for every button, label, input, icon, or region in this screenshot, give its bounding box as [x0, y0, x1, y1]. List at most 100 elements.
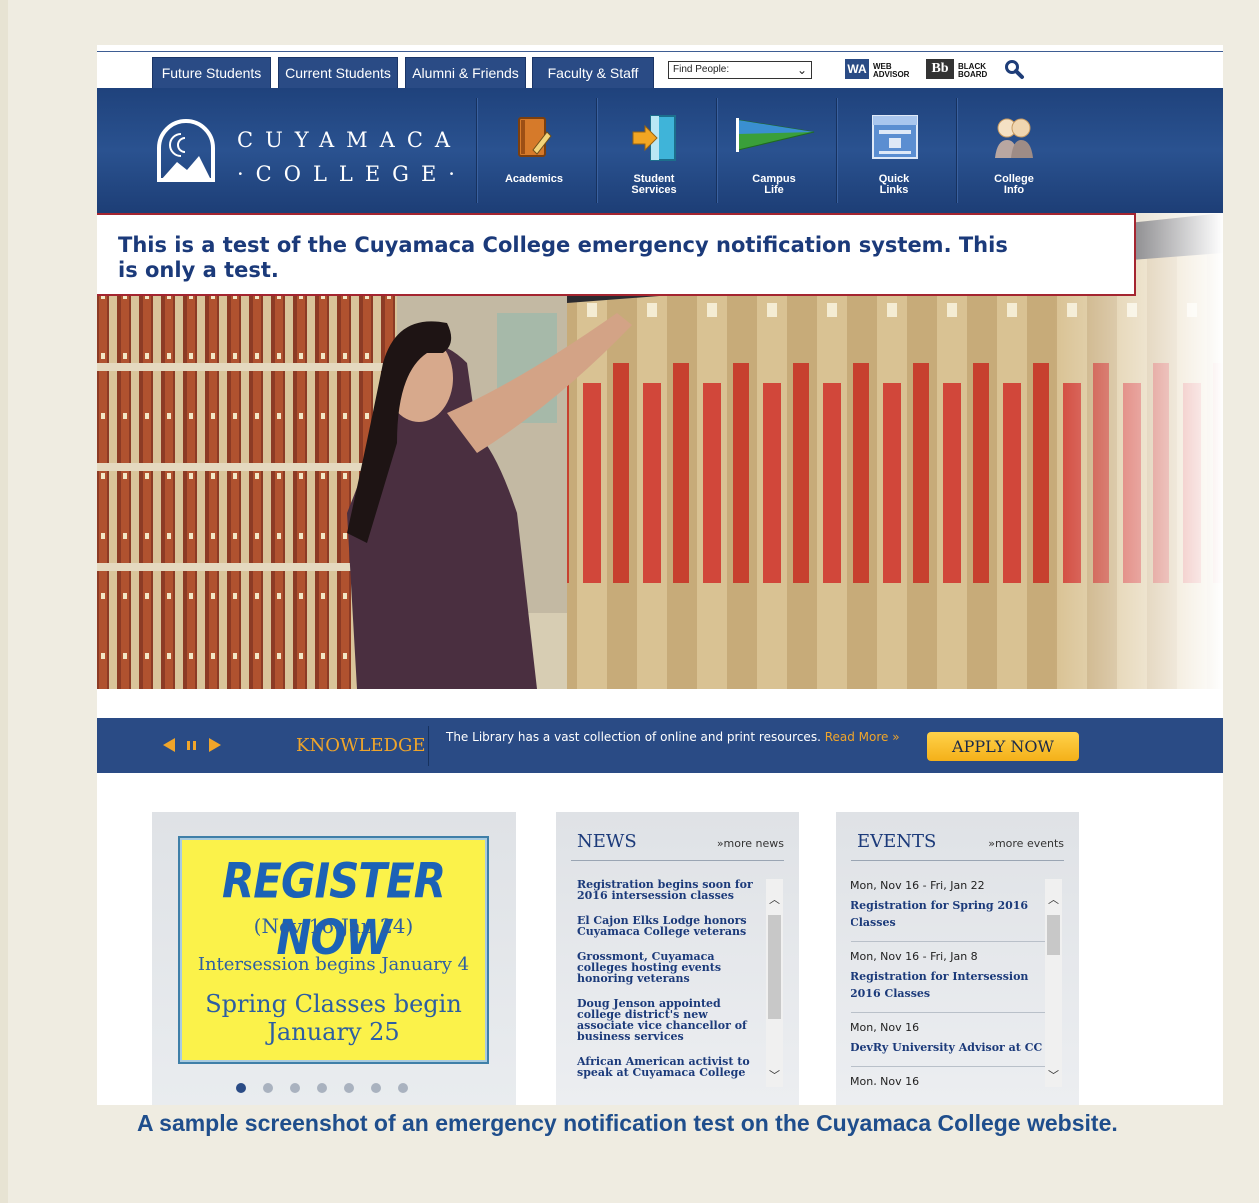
blackboard-label-2: BOARD	[958, 70, 988, 79]
nav-label-line2: Info	[1003, 184, 1025, 196]
events-panel: EVENTS »more events Mon, Nov 16 - Fri, J…	[836, 812, 1079, 1105]
event-date: Mon, Nov 16 - Fri, Jan 22	[851, 879, 985, 892]
event-title: Registration for Spring 2016 Classes	[851, 899, 1029, 929]
find-people-label: Find People:	[673, 64, 730, 75]
audience-tab-bar: Future Students Current Students Alumni …	[97, 51, 1223, 90]
nav-quick-links[interactable]: Quick Links	[834, 96, 954, 206]
event-item[interactable]: Mon, Nov 16	[851, 1075, 1047, 1085]
emergency-alert-banner: This is a test of the Cuyamaca College e…	[97, 213, 1136, 296]
slide-dot[interactable]	[236, 1083, 246, 1093]
tab-future-students[interactable]: Future Students	[152, 57, 271, 89]
event-item[interactable]: Mon, Nov 16 - Fri, Jan 22 Registration f…	[851, 879, 1047, 942]
events-list: Mon, Nov 16 - Fri, Jan 22 Registration f…	[851, 879, 1047, 1085]
blackboard-icon[interactable]: Bb	[926, 59, 954, 79]
blackboard-link[interactable]: BLACK BOARD	[958, 63, 987, 79]
slide-dot[interactable]	[263, 1083, 273, 1093]
news-list: Registration begins soon for 2016 inters…	[571, 879, 767, 1085]
event-item[interactable]: Mon, Nov 16 - Fri, Jan 8 Registration fo…	[851, 950, 1047, 1013]
poster-spring-line1: Spring Classes begin	[205, 990, 462, 1018]
tab-alumni-friends[interactable]: Alumni & Friends	[405, 57, 526, 89]
prev-slide-icon[interactable]	[163, 738, 175, 752]
logo-wordmark-line2[interactable]: ·COLLEGE·	[237, 162, 467, 186]
door-arrow-icon	[632, 115, 676, 161]
news-item[interactable]: Grossmont, Cuyamaca colleges hosting eve…	[577, 951, 767, 984]
nav-student-services-label: Student Services	[594, 174, 714, 196]
event-date: Mon, Nov 16	[851, 1021, 920, 1034]
book-pencil-icon	[518, 117, 552, 157]
tab-current-students[interactable]: Current Students	[278, 57, 398, 89]
find-people-select[interactable]: Find People: ⌄	[668, 61, 812, 79]
slide-dot[interactable]	[290, 1083, 300, 1093]
nav-academics[interactable]: Academics	[474, 96, 594, 206]
webadvisor-link[interactable]: WEB ADVISOR	[873, 63, 909, 79]
chevron-up-icon[interactable]: ︿	[1047, 893, 1060, 907]
tab-faculty-staff[interactable]: Faculty & Staff	[532, 57, 654, 90]
nav-student-services[interactable]: Student Services	[594, 96, 714, 206]
more-events-link[interactable]: »more events	[988, 837, 1064, 850]
slideshow-caption-bar: KNOWLEDGE The Library has a vast collect…	[97, 718, 1223, 773]
webadvisor-icon[interactable]: WA	[845, 59, 869, 79]
poster-spring-line2: January 25	[267, 1018, 400, 1046]
caption-divider	[428, 726, 429, 766]
logo-wordmark-line1[interactable]: CUYAMACA	[237, 128, 462, 152]
apply-now-button[interactable]: APPLY NOW	[927, 732, 1079, 761]
slide-dot[interactable]	[344, 1083, 354, 1093]
nav-label-line2: Life	[764, 184, 784, 196]
news-panel: NEWS »more news Registration begins soon…	[556, 812, 799, 1105]
event-title: Registration for Intersession 2016 Class…	[851, 970, 1029, 1000]
scroll-thumb[interactable]	[768, 915, 781, 1019]
slide-caption-footer: A sample screenshot of an emergency noti…	[137, 1110, 1118, 1136]
news-item[interactable]: Doug Jenson appointed college district's…	[577, 998, 767, 1042]
webadvisor-label-2: ADVISOR	[873, 70, 910, 79]
nav-campus-life[interactable]: Campus Life	[714, 96, 834, 206]
slide-dot[interactable]	[317, 1083, 327, 1093]
event-item[interactable]: Mon, Nov 16 DevRy University Advisor at …	[851, 1021, 1047, 1067]
slide-caption-text: The Library has a vast collection of onl…	[446, 730, 821, 744]
news-item[interactable]: Registration begins soon for 2016 inters…	[577, 879, 767, 901]
nav-quick-links-label: Quick Links	[834, 174, 954, 196]
pause-icon[interactable]	[187, 741, 196, 750]
pennant-icon	[736, 118, 815, 152]
links-window-icon	[872, 115, 918, 159]
nav-label-line1: Academics	[504, 173, 564, 185]
nav-college-info[interactable]: College Info	[954, 96, 1074, 206]
chevron-down-icon[interactable]: ﹀	[1047, 1069, 1060, 1083]
search-icon[interactable]	[1003, 58, 1025, 80]
poster-intersession: Intersession begins January 4	[197, 954, 470, 975]
news-rule	[571, 860, 784, 861]
news-item[interactable]: African American activist to speak at Cu…	[577, 1056, 767, 1078]
chevron-down-icon: ⌄	[796, 63, 807, 77]
nav-label-line2: Links	[879, 184, 909, 196]
college-logo-icon[interactable]	[155, 118, 217, 184]
emergency-alert-text: This is a test of the Cuyamaca College e…	[118, 233, 1008, 282]
people-icon	[995, 118, 1033, 158]
slideshow-controls	[163, 738, 221, 752]
scroll-thumb[interactable]	[1047, 915, 1060, 955]
nav-label-line2: Services	[631, 184, 677, 196]
slide-category-label: KNOWLEDGE	[296, 735, 426, 756]
nav-academics-label: Academics	[474, 174, 594, 185]
news-item[interactable]: El Cajon Elks Lodge honors Cuyamaca Coll…	[577, 915, 767, 937]
event-title: DevRy University Advisor at CC	[851, 1041, 1043, 1054]
event-date: Mon, Nov 16 - Fri, Jan 8	[851, 950, 978, 963]
events-scrollbar[interactable]: ︿ ﹀	[1045, 879, 1062, 1087]
poster-dates: (Nov 16-Jan 24)	[253, 914, 414, 938]
website-screenshot: Future Students Current Students Alumni …	[97, 45, 1223, 1105]
slide-dots	[236, 1078, 436, 1093]
news-scrollbar[interactable]: ︿ ﹀	[766, 879, 783, 1087]
events-title: EVENTS	[857, 831, 937, 852]
chevron-up-icon[interactable]: ︿	[768, 893, 781, 907]
next-slide-icon[interactable]	[209, 738, 221, 752]
promo-slideshow: REGISTER NOW (Nov 16-Jan 24) Intersessio…	[152, 812, 516, 1105]
more-news-link[interactable]: »more news	[717, 837, 784, 850]
chevron-down-icon[interactable]: ﹀	[768, 1069, 781, 1083]
slide-dot[interactable]	[371, 1083, 381, 1093]
events-rule	[851, 860, 1064, 861]
nav-campus-life-label: Campus Life	[714, 174, 834, 196]
slide-dot[interactable]	[398, 1083, 408, 1093]
news-title: NEWS	[577, 831, 637, 852]
nav-college-info-label: College Info	[954, 174, 1074, 196]
register-now-poster[interactable]: REGISTER NOW (Nov 16-Jan 24) Intersessio…	[178, 836, 489, 1064]
read-more-link[interactable]: Read More »	[825, 730, 900, 744]
poster-title: REGISTER NOW	[221, 852, 446, 966]
